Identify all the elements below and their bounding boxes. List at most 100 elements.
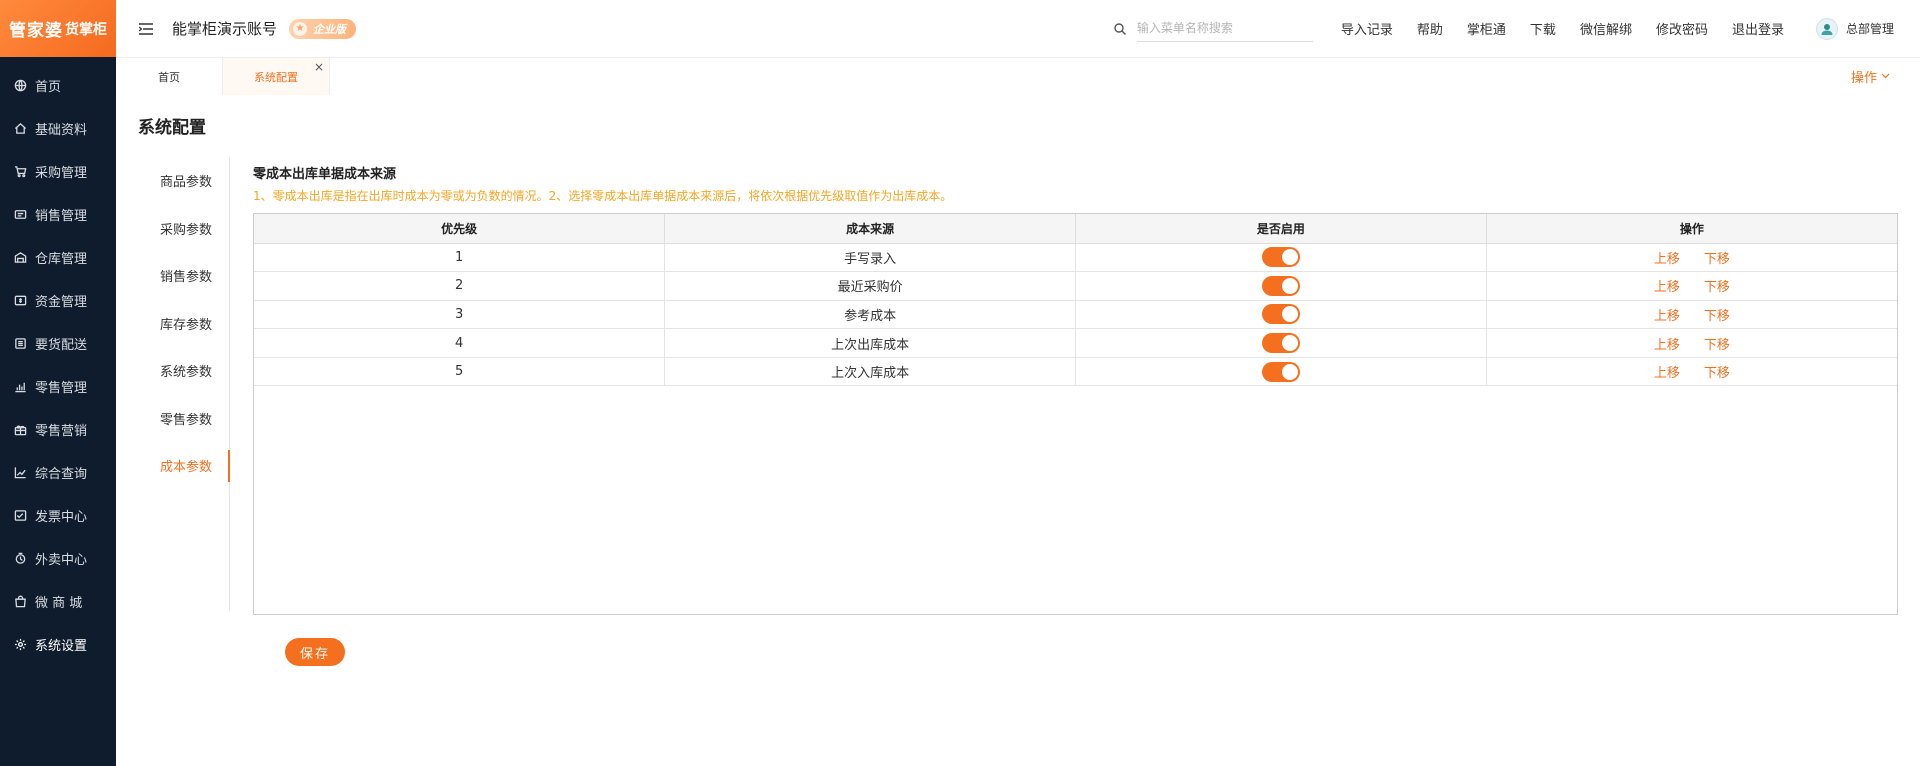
sidebar-item-label: 首页 xyxy=(35,80,62,95)
subnav-item-4[interactable]: 系统参数 xyxy=(130,347,229,395)
page-title: 系统配置 xyxy=(138,118,206,138)
table-header-row: 优先级 成本来源 是否启用 操作 xyxy=(254,214,1897,244)
globe-icon xyxy=(13,79,27,93)
table-row: 3 参考成本 上移 下移 xyxy=(254,300,1897,330)
chevron-down-icon xyxy=(1881,71,1890,82)
edition-badge-label: 企业版 xyxy=(313,22,347,36)
sidebar-item-0[interactable]: 首页 xyxy=(0,64,116,107)
header-right: 导入记录 帮助 掌柜通 下载 微信解绑 修改密码 退出登录 总部管理 xyxy=(1113,0,1920,57)
enabled-cell xyxy=(1075,271,1487,301)
column-header-source: 成本来源 xyxy=(664,214,1076,244)
search-icon[interactable] xyxy=(1113,22,1127,36)
brand-logo[interactable]: 管家婆 货掌柜 xyxy=(0,0,116,57)
table-row: 2 最近采购价 上移 下移 xyxy=(254,271,1897,301)
tab-home[interactable]: 首页 xyxy=(116,58,223,95)
subnav-item-0[interactable]: 商品参数 xyxy=(130,157,229,205)
move-down-link[interactable]: 下移 xyxy=(1704,309,1730,324)
priority-cell: 5 xyxy=(254,357,666,387)
cost-source-cell: 上次入库成本 xyxy=(664,357,1076,387)
actions-cell: 上移 下移 xyxy=(1486,243,1897,273)
table-body: 1 手写录入 上移 下移 2 最近采购价 上移 下移 3 参考成本 上移 下移 4 上次出库成本 上移 下移 5… xyxy=(254,243,1897,387)
wechat-unbind-link[interactable]: 微信解绑 xyxy=(1580,19,1632,38)
move-up-link[interactable]: 上移 xyxy=(1654,366,1680,381)
chart-icon xyxy=(13,466,27,480)
enabled-toggle[interactable] xyxy=(1261,333,1300,354)
sidebar-item-3[interactable]: 销售管理 xyxy=(0,193,116,236)
tab-operations-dropdown[interactable]: 操作 xyxy=(1851,58,1920,95)
tab-system-config[interactable]: 系统配置 × xyxy=(223,58,330,95)
actions-cell: 上移 下移 xyxy=(1486,271,1897,301)
sidebar-item-13[interactable]: 系统设置 xyxy=(0,623,116,666)
move-down-link[interactable]: 下移 xyxy=(1704,366,1730,381)
sidebar: 管家婆 货掌柜 首页基础资料采购管理 销售管理 仓库管理资金管理要货配送零售管理零售… xyxy=(0,0,116,766)
close-icon[interactable]: × xyxy=(314,60,324,74)
cost-source-table: 优先级 成本来源 是否启用 操作 1 手写录入 上移 下移 2 最近采购价 上移 下移 3 参考成… xyxy=(254,214,1897,387)
priority-cell: 3 xyxy=(254,300,666,330)
cost-source-table-wrapper: 优先级 成本来源 是否启用 操作 1 手写录入 上移 下移 2 最近采购价 上移 下移 3 参考成… xyxy=(253,213,1898,615)
move-down-link[interactable]: 下移 xyxy=(1704,338,1730,353)
sidebar-item-4[interactable]: 仓库管理 xyxy=(0,236,116,279)
sidebar-item-label: 基础资料 xyxy=(35,123,88,138)
download-link[interactable]: 下载 xyxy=(1530,19,1556,38)
cart-icon xyxy=(13,165,27,179)
move-down-link[interactable]: 下移 xyxy=(1704,252,1730,267)
priority-cell: 2 xyxy=(254,271,666,301)
sidebar-item-11[interactable]: 外卖中心 xyxy=(0,537,116,580)
account-name: 能掌柜演示账号 xyxy=(172,20,278,38)
sidebar-item-12[interactable]: 微 商 城 xyxy=(0,580,116,623)
toggle-knob xyxy=(1281,306,1298,323)
sidebar-item-10[interactable]: 发票中心 xyxy=(0,494,116,537)
column-header-enabled: 是否启用 xyxy=(1075,214,1487,244)
enabled-toggle[interactable] xyxy=(1261,247,1300,268)
menu-toggle-icon[interactable] xyxy=(136,19,156,39)
save-button[interactable]: 保存 xyxy=(285,638,345,666)
subnav-item-3[interactable]: 库存参数 xyxy=(130,300,229,348)
help-link[interactable]: 帮助 xyxy=(1417,19,1443,38)
enabled-cell xyxy=(1075,357,1487,387)
toggle-knob xyxy=(1281,363,1298,380)
sidebar-item-2[interactable]: 采购管理 xyxy=(0,150,116,193)
ticket-icon xyxy=(13,208,27,222)
list-icon xyxy=(13,337,27,351)
tab-operations-label: 操作 xyxy=(1850,71,1877,86)
move-up-link[interactable]: 上移 xyxy=(1654,338,1680,353)
menu-search-input[interactable] xyxy=(1136,15,1313,42)
delivery-icon xyxy=(13,552,27,566)
column-header-priority: 优先级 xyxy=(254,214,666,244)
logo-main-text: 管家婆 xyxy=(9,21,63,41)
sidebar-item-1[interactable]: 基础资料 xyxy=(0,107,116,150)
subnav-item-5[interactable]: 零售参数 xyxy=(130,395,229,443)
sidebar-item-label: 零售管理 xyxy=(35,381,88,396)
enabled-toggle[interactable] xyxy=(1261,361,1300,382)
sidebar-item-8[interactable]: 零售营销 xyxy=(0,408,116,451)
move-up-link[interactable]: 上移 xyxy=(1654,309,1680,324)
sidebar-menu: 首页基础资料采购管理 销售管理 仓库管理资金管理要货配送零售管理零售营销 综合查询 发票… xyxy=(0,57,116,666)
move-up-link[interactable]: 上移 xyxy=(1654,252,1680,267)
enabled-toggle[interactable] xyxy=(1261,275,1300,296)
main-content: 系统配置 商品参数 采购参数 销售参数 库存参数 系统参数 零售参数 成本参数 零成本出库单… xyxy=(116,95,1920,766)
toggle-knob xyxy=(1281,277,1298,294)
sidebar-item-label: 资金管理 xyxy=(35,295,88,310)
cost-source-cell: 上次出库成本 xyxy=(664,328,1076,358)
logout-link[interactable]: 退出登录 xyxy=(1732,19,1784,38)
subnav-item-1[interactable]: 采购参数 xyxy=(130,205,229,253)
zhangguitong-link[interactable]: 掌柜通 xyxy=(1467,19,1506,38)
gear-icon xyxy=(13,638,27,652)
shop-bag-icon xyxy=(13,595,27,609)
move-down-link[interactable]: 下移 xyxy=(1704,280,1730,295)
sidebar-item-label: 微 商 城 xyxy=(35,596,83,611)
sidebar-item-9[interactable]: 综合查询 xyxy=(0,451,116,494)
sidebar-item-7[interactable]: 零售管理 xyxy=(0,365,116,408)
menu-search xyxy=(1113,15,1313,42)
priority-cell: 1 xyxy=(254,243,666,273)
user-menu[interactable]: 总部管理 xyxy=(1815,17,1894,40)
subnav-item-6[interactable]: 成本参数 xyxy=(130,442,230,490)
subnav-item-2[interactable]: 销售参数 xyxy=(130,252,229,300)
move-up-link[interactable]: 上移 xyxy=(1654,280,1680,295)
import-records-link[interactable]: 导入记录 xyxy=(1341,19,1393,38)
enabled-toggle[interactable] xyxy=(1261,304,1300,325)
sidebar-item-5[interactable]: 资金管理 xyxy=(0,279,116,322)
section-note: 1、零成本出库是指在出库时成本为零或为负数的情况。2、选择零成本出库单据成本来源… xyxy=(253,189,953,203)
sidebar-item-6[interactable]: 要货配送 xyxy=(0,322,116,365)
change-password-link[interactable]: 修改密码 xyxy=(1656,19,1708,38)
